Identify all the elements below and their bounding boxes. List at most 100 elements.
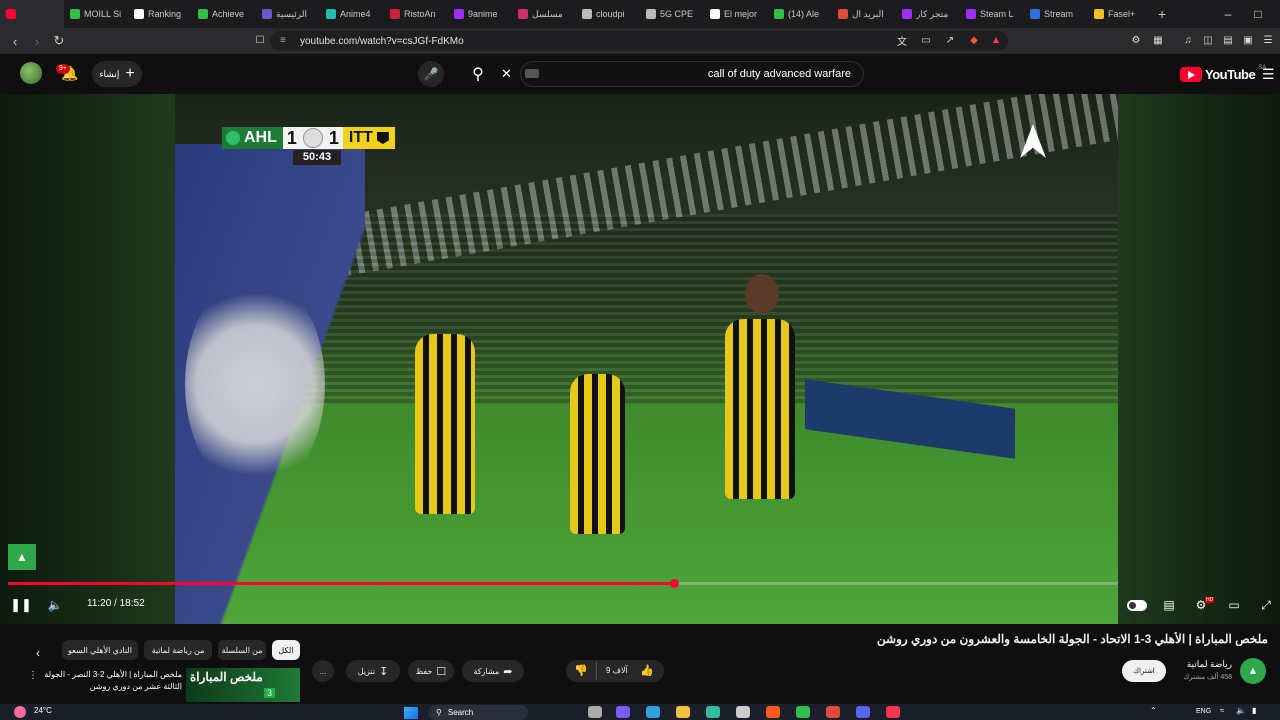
speaker-icon[interactable]: 🔈 (1236, 706, 1246, 715)
app-icon[interactable] (706, 706, 720, 718)
reload-icon[interactable]: ↻ (48, 30, 70, 52)
task-view-icon[interactable] (588, 706, 602, 718)
taskbar-search-label: Search (447, 708, 474, 717)
create-button[interactable]: إنشاء + (92, 61, 142, 87)
channel-watermark[interactable]: ▲ (8, 544, 36, 570)
like-icon[interactable]: 👍 (640, 664, 654, 677)
xbox-icon[interactable] (796, 706, 810, 718)
thumbnail-score: 3 (264, 688, 276, 698)
brave-icon[interactable] (766, 706, 780, 718)
tray-chevron-icon[interactable]: ⌃ (1150, 706, 1157, 715)
extensions-icon[interactable]: ⚙ (1128, 32, 1144, 48)
video-player[interactable] (175, 94, 1118, 624)
edge-icon[interactable] (646, 706, 660, 718)
vpn-icon[interactable]: ▣ (1240, 32, 1256, 48)
taskbar-search[interactable]: ⚲ Search (428, 705, 528, 720)
back-icon[interactable]: ‹ (4, 30, 26, 52)
copilot-icon[interactable] (616, 706, 630, 718)
scorebug: AHL 1 1 ITT (222, 126, 395, 150)
battery-icon[interactable]: ▮ (1252, 706, 1256, 715)
channel-name[interactable]: رياضة لماتية (1187, 659, 1232, 670)
store-icon[interactable] (736, 706, 750, 718)
kebab-menu-icon[interactable]: ⋮ (28, 670, 38, 681)
volume-icon[interactable]: 🔈 (46, 596, 64, 614)
save-button[interactable]: حفظ ☐ (408, 660, 454, 682)
chip-all[interactable]: الكل (272, 640, 300, 660)
chip-series[interactable]: من السلسلة (218, 640, 266, 660)
new-tab-button[interactable]: + (1152, 0, 1176, 28)
browser-tab[interactable]: Steam L (960, 0, 1024, 28)
subscribe-button[interactable]: اشتراك (1122, 660, 1166, 682)
chrome-icon[interactable] (826, 706, 840, 718)
browser-tab[interactable]: cloudpi (576, 0, 640, 28)
browser-tab[interactable]: Achieve (192, 0, 256, 28)
sidebar-icon[interactable]: ▦ (1150, 32, 1166, 48)
file-explorer-icon[interactable] (676, 706, 690, 718)
tab-favicon-icon (966, 9, 976, 19)
progress-scrubber[interactable] (670, 579, 679, 588)
chevron-left-icon[interactable]: ‹ (36, 646, 40, 660)
next-video-title[interactable]: ملخص المباراة | الأهلي 2-3 النصر - الجول… (42, 669, 182, 695)
next-video-thumbnail[interactable]: ملخص المباراة 3 (186, 668, 300, 702)
dislike-icon[interactable]: 👎 (574, 664, 588, 677)
split-view-icon[interactable]: ◫ (1200, 32, 1216, 48)
share-page-icon[interactable]: ↗ (942, 32, 958, 48)
away-score: 1 (328, 127, 339, 148)
site-info-icon[interactable]: ≡ (280, 35, 286, 46)
weather-icon[interactable] (14, 706, 26, 718)
browser-tab[interactable]: البريد ال (832, 0, 896, 28)
brave-shield-icon[interactable]: ◆ (966, 32, 982, 48)
autoplay-toggle[interactable] (1126, 596, 1148, 614)
download-button[interactable]: تنزيل ↧ (346, 660, 400, 682)
guide-menu-icon[interactable]: ☰ (1262, 66, 1275, 83)
wifi-icon[interactable]: ≈ (1220, 706, 1224, 715)
theater-mode-icon[interactable]: ▭ (1225, 596, 1243, 614)
pause-icon[interactable]: ❚❚ (10, 596, 32, 614)
share-button[interactable]: مشاركة ➦ (462, 660, 524, 682)
browser-tab[interactable]: 9anime (448, 0, 512, 28)
app-icon[interactable] (886, 706, 900, 718)
keyboard-icon[interactable] (525, 69, 539, 78)
ambient-glow-right (1118, 94, 1280, 624)
brave-rewards-icon[interactable]: ▲ (988, 32, 1004, 48)
browser-tab[interactable]: Fasel+ (1088, 0, 1152, 28)
minimize-icon[interactable]: – (1212, 0, 1244, 28)
youtube-logo[interactable]: YouTube SA (1180, 65, 1266, 83)
browser-tab[interactable]: مسلسل (512, 0, 576, 28)
bookmark-icon[interactable]: ☐ (252, 32, 268, 48)
fullscreen-icon[interactable]: ⤢ (1257, 596, 1275, 614)
browser-tab[interactable]: Ranking (128, 0, 192, 28)
cast-icon[interactable]: ▭ (918, 32, 934, 48)
search-query: call of duty advanced warfare (707, 68, 851, 80)
browser-tab[interactable]: MOILL Si (64, 0, 128, 28)
browser-tab[interactable] (0, 0, 64, 28)
clear-search-icon[interactable]: ✕ (501, 66, 512, 82)
chip-topic[interactable]: النادي الأهلي السعو (62, 640, 138, 660)
avatar[interactable] (20, 62, 42, 84)
voice-search-icon[interactable]: 🎤 (418, 61, 444, 87)
browser-tab[interactable]: Stream (1024, 0, 1088, 28)
tab-label: 5G CPE (660, 9, 694, 19)
browser-tab[interactable]: 5G CPE (640, 0, 704, 28)
windows-start-icon[interactable] (404, 707, 418, 719)
browser-tab[interactable]: RistoAn (384, 0, 448, 28)
maximize-icon[interactable]: □ (1242, 0, 1274, 28)
search-icon[interactable]: ⚲ (464, 61, 492, 87)
language-indicator[interactable]: ENG (1196, 708, 1211, 715)
captions-icon[interactable]: ▤ (1160, 596, 1178, 614)
menu-icon[interactable]: ☰ (1260, 32, 1276, 48)
translate-icon[interactable]: 文 (894, 32, 910, 48)
more-actions-button[interactable]: ... (312, 660, 334, 682)
browser-tab[interactable]: الرئيسية (256, 0, 320, 28)
media-icon[interactable]: ♫ (1180, 32, 1196, 48)
browser-tab[interactable]: متجر كار (896, 0, 960, 28)
chip-channel[interactable]: من رياضة لماتية (144, 640, 212, 660)
discord-icon[interactable] (856, 706, 870, 718)
search-input[interactable]: ✕ call of duty advanced warfare (501, 61, 864, 87)
browser-tab[interactable]: (14) Ale (768, 0, 832, 28)
channel-avatar[interactable]: ▲ (1240, 658, 1266, 684)
forward-icon[interactable]: › (26, 30, 48, 52)
wallet-icon[interactable]: ▤ (1220, 32, 1236, 48)
browser-tab[interactable]: El mejor (704, 0, 768, 28)
browser-tab[interactable]: Anime4 (320, 0, 384, 28)
